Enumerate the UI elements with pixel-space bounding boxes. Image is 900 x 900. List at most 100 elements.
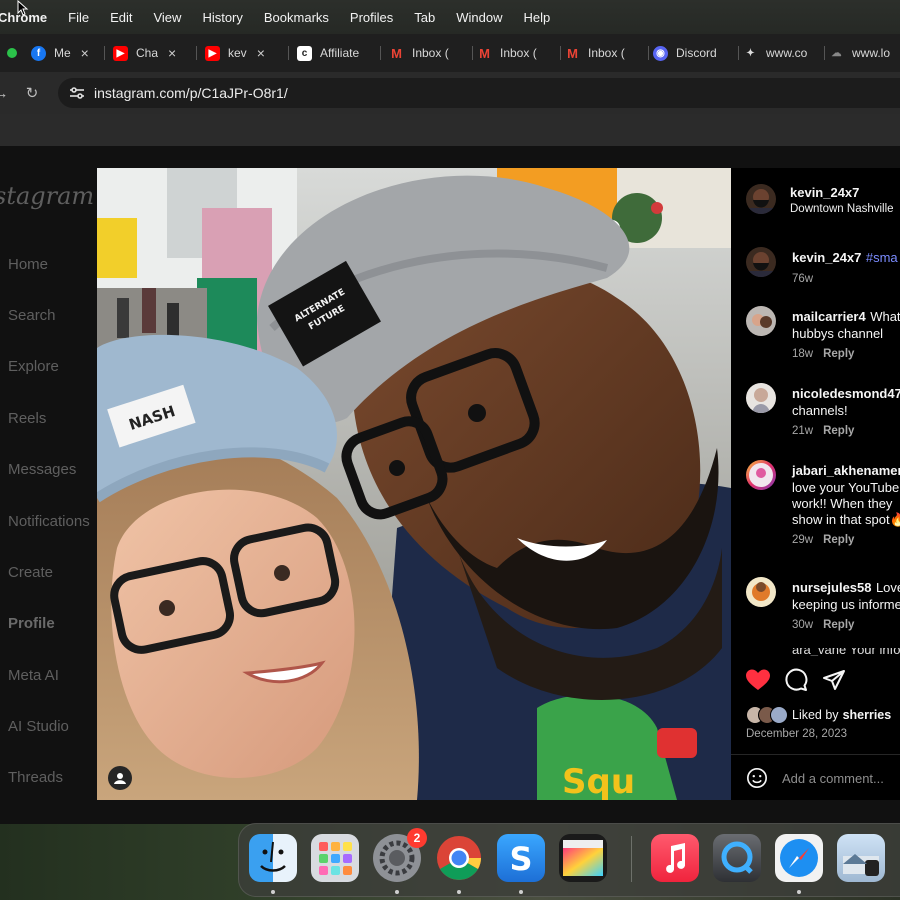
tab-label: Discord: [676, 46, 717, 60]
menu-edit[interactable]: Edit: [110, 10, 132, 25]
comment-username[interactable]: nicoledesmond47: [792, 386, 900, 401]
comment-time: 29w: [792, 534, 814, 546]
emoji-picker-icon[interactable]: [746, 767, 768, 789]
quicktime-icon[interactable]: [713, 834, 761, 882]
nav-profile[interactable]: Profile: [8, 615, 55, 632]
comment-username[interactable]: nursejules58: [792, 580, 872, 595]
nav-threads[interactable]: Threads: [8, 769, 63, 786]
caption-hashtag[interactable]: #sma: [866, 250, 898, 265]
caption-block: kevin_24x7 #sma 76w: [792, 249, 900, 285]
chrome-icon[interactable]: [435, 834, 483, 882]
preview-app-icon[interactable]: [837, 834, 885, 882]
post-date[interactable]: December 28, 2023: [746, 728, 847, 740]
screenflow-icon[interactable]: S: [497, 834, 545, 882]
caption-username[interactable]: kevin_24x7: [792, 250, 861, 265]
address-bar[interactable]: instagram.com/p/C1aJPr-O8r1/: [58, 78, 900, 108]
launchpad-icon[interactable]: [311, 834, 359, 882]
shirt-print-decoration: Squ: [562, 762, 635, 800]
comments-panel: kevin_24x7 Downtown Nashville kevin_24x7…: [731, 168, 900, 800]
tab-gmail-1[interactable]: M Inbox (: [381, 34, 473, 72]
nav-notifications[interactable]: Notifications: [8, 513, 90, 530]
tab-site-1[interactable]: ✦ www.co: [739, 34, 825, 72]
reply-button[interactable]: Reply: [823, 534, 854, 546]
menu-tab[interactable]: Tab: [414, 10, 435, 25]
add-comment-input[interactable]: Add a comment...: [782, 771, 884, 786]
author-avatar[interactable]: [746, 184, 776, 214]
menu-window[interactable]: Window: [456, 10, 502, 25]
facebook-icon: f: [31, 45, 46, 61]
instagram-logo[interactable]: stagram: [0, 182, 94, 210]
tab-label: Affiliate: [320, 46, 360, 60]
site-settings-icon[interactable]: [68, 84, 86, 102]
reload-icon[interactable]: ↻: [18, 84, 46, 102]
finder-icon[interactable]: [249, 834, 297, 882]
commenter-avatar[interactable]: [746, 306, 776, 336]
tab-gmail-3[interactable]: M Inbox (: [561, 34, 649, 72]
comment-username[interactable]: mailcarrier4: [792, 309, 866, 324]
gmail-icon: M: [479, 45, 490, 61]
post-photo[interactable]: Squ ALTERNATE FUTURE NASH: [97, 168, 731, 800]
comment-item: nicoledesmond47 channels! 21w Reply: [792, 385, 900, 437]
nav-home[interactable]: Home: [8, 256, 48, 273]
comment-text: love your YouTube: [792, 480, 900, 495]
reply-button[interactable]: Reply: [823, 425, 854, 437]
tab-discord[interactable]: ◉ Discord: [649, 34, 739, 72]
dock-separator: [631, 836, 632, 882]
comment-item: jabari_akhenamen love your YouTube work!…: [792, 462, 900, 546]
tagged-users-button[interactable]: [108, 766, 132, 790]
window-green-dot-icon[interactable]: [7, 48, 17, 58]
tab-label: Inbox (: [588, 46, 625, 60]
mouse-cursor-icon: [17, 0, 29, 16]
comment-text: work!! When they: [792, 496, 893, 511]
comment-time: 18w: [792, 348, 814, 360]
music-icon[interactable]: [651, 834, 699, 882]
nav-meta-ai[interactable]: Meta AI: [8, 667, 59, 684]
tab-youtube-1[interactable]: ▶ Cha ×: [105, 34, 197, 72]
menu-bookmarks[interactable]: Bookmarks: [264, 10, 329, 25]
gmail-icon: M: [391, 45, 402, 61]
reply-button[interactable]: Reply: [823, 348, 854, 360]
tab-close-icon[interactable]: ×: [168, 45, 176, 61]
commenter-avatar[interactable]: [746, 383, 776, 413]
comment-time: 30w: [792, 619, 814, 631]
tab-facebook[interactable]: f Me ×: [31, 34, 105, 72]
tab-affiliate[interactable]: c Affiliate: [289, 34, 381, 72]
commenter-avatar[interactable]: [746, 577, 776, 607]
commenter-avatar[interactable]: [746, 460, 776, 490]
affiliate-icon: c: [297, 45, 312, 61]
comment-text: keeping us informe: [792, 597, 900, 612]
tab-gmail-2[interactable]: M Inbox (: [473, 34, 561, 72]
nav-reels[interactable]: Reels: [8, 410, 46, 427]
liked-by-row: Liked by sherries: [746, 706, 891, 724]
share-send-icon[interactable]: [822, 668, 846, 692]
caption-avatar[interactable]: [746, 247, 776, 277]
nav-search[interactable]: Search: [8, 307, 56, 324]
tab-site-2[interactable]: ☁ www.lo: [825, 34, 900, 72]
tab-close-icon[interactable]: ×: [257, 45, 265, 61]
menu-file[interactable]: File: [68, 10, 89, 25]
forward-arrow-icon[interactable]: →: [0, 85, 10, 102]
menu-view[interactable]: View: [153, 10, 181, 25]
tab-close-icon[interactable]: ×: [81, 45, 89, 61]
tab-youtube-2[interactable]: ▶ kev ×: [197, 34, 289, 72]
nav-ai-studio[interactable]: AI Studio: [8, 718, 69, 735]
instagram-page: stagram Home Search Explore Reels Messag…: [0, 146, 900, 824]
nav-messages[interactable]: Messages: [8, 461, 76, 478]
menu-profiles[interactable]: Profiles: [350, 10, 393, 25]
safari-icon[interactable]: [775, 834, 823, 882]
comment-icon[interactable]: [784, 668, 808, 692]
final-cut-pro-icon[interactable]: [559, 834, 607, 882]
menu-help[interactable]: Help: [524, 10, 551, 25]
comment-username[interactable]: jabari_akhenamen: [792, 463, 900, 478]
like-heart-icon[interactable]: [746, 669, 770, 691]
post-location[interactable]: Downtown Nashville: [790, 203, 894, 215]
macos-dock: 2 S: [238, 823, 900, 897]
liked-by-user[interactable]: sherries: [843, 708, 892, 722]
url-text[interactable]: instagram.com/p/C1aJPr-O8r1/: [94, 85, 288, 101]
reply-button[interactable]: Reply: [823, 619, 854, 631]
tab-label: www.co: [766, 46, 808, 60]
nav-explore[interactable]: Explore: [8, 358, 59, 375]
post-author-name[interactable]: kevin_24x7: [790, 185, 859, 200]
nav-create[interactable]: Create: [8, 564, 53, 581]
menu-history[interactable]: History: [202, 10, 242, 25]
